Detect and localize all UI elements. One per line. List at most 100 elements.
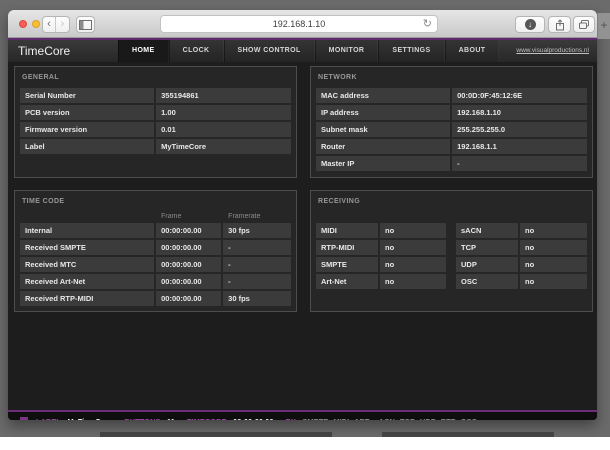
sidebar-toggle-button[interactable] — [76, 16, 95, 33]
back-button[interactable]: ‹ — [43, 17, 56, 32]
table-row: MIDI no sACN no — [316, 223, 587, 238]
row-label: MAC address — [316, 88, 451, 103]
table-row: RTP-MIDI no TCP no — [316, 240, 587, 255]
row-framerate: - — [223, 240, 291, 255]
row-value: no — [520, 274, 587, 289]
browser-toolbar: ‹ › 192.168.1.10 ↻ ↓ — [8, 10, 597, 38]
row-frame: 00:00:00.00 — [156, 240, 222, 255]
row-value: no — [380, 240, 446, 255]
col-header-frame: Frame — [161, 213, 182, 220]
row-label: RTP-MIDI — [316, 240, 378, 255]
download-icon: ↓ — [524, 19, 536, 30]
status-bar: LABEL: MyTimeCore BUTTONS: 11 TIMECODE: … — [8, 412, 597, 420]
row-frame: 00:00:00.00 — [156, 274, 222, 289]
table-row: SMPTE no UDP no — [316, 257, 587, 272]
address-bar[interactable]: 192.168.1.10 ↻ — [160, 15, 438, 33]
row-label: MIDI — [316, 223, 378, 238]
status-rx-key: RX: — [286, 417, 299, 421]
browser-window: ‹ › 192.168.1.10 ↻ ↓ TimeCore HOME CLOCK… — [8, 10, 597, 420]
tabs-icon — [579, 20, 589, 29]
reload-icon[interactable]: ↻ — [423, 16, 432, 33]
row-value: - — [452, 156, 587, 171]
share-icon — [555, 18, 564, 30]
panel-general: GENERAL Serial Number 355194861 PCB vers… — [14, 66, 297, 178]
show-tabs-button[interactable] — [573, 16, 595, 33]
table-row: Internal 00:00:00.00 30 fps — [20, 223, 291, 238]
tab-clock[interactable]: CLOCK — [168, 40, 224, 62]
background-strip — [0, 437, 610, 450]
column-gap — [446, 240, 456, 255]
row-label: Art-Net — [316, 274, 378, 289]
panel-network-title: NETWORK — [318, 74, 357, 81]
page-title: TimeCore — [18, 44, 71, 58]
panel-receiving: RECEIVING MIDI no sACN no RTP-MIDI no TC… — [310, 190, 593, 312]
new-tab-strip[interactable]: + — [597, 13, 610, 39]
status-timecode-value: 00:00:00.00 — [233, 417, 273, 421]
table-row: Label MyTimeCore — [20, 139, 291, 154]
nav-tabs: HOME CLOCK SHOW CONTROL MONITOR SETTINGS… — [118, 40, 500, 62]
row-value: no — [520, 223, 587, 238]
row-label: sACN — [456, 223, 518, 238]
row-value: no — [520, 240, 587, 255]
row-value: 192.168.1.1 — [452, 139, 587, 154]
table-row: PCB version 1.00 — [20, 105, 291, 120]
page: TimeCore HOME CLOCK SHOW CONTROL MONITOR… — [8, 38, 597, 420]
row-frame: 00:00:00.00 — [156, 291, 222, 306]
table-row: Firmware version 0.01 — [20, 122, 291, 137]
forward-button[interactable]: › — [56, 17, 69, 32]
downloads-button[interactable]: ↓ — [515, 16, 545, 33]
row-value: no — [520, 257, 587, 272]
row-framerate: - — [223, 257, 291, 272]
column-gap — [446, 274, 456, 289]
table-row: Serial Number 355194861 — [20, 88, 291, 103]
receiving-spacer — [316, 212, 587, 223]
status-led-icon — [20, 417, 28, 420]
row-value: 355194861 — [156, 88, 291, 103]
table-row: Art-Net no OSC no — [316, 274, 587, 289]
row-label: Received MTC — [20, 257, 155, 272]
row-label: Internal — [20, 223, 155, 238]
column-gap — [446, 223, 456, 238]
history-nav-group: ‹ › — [42, 16, 70, 33]
row-label: Received Art-Net — [20, 274, 155, 289]
visual-productions-link[interactable]: www.visualproductions.nl — [516, 40, 589, 62]
column-gap — [446, 257, 456, 272]
row-frame: 00:00:00.00 — [156, 257, 222, 272]
row-label: Label — [20, 139, 155, 154]
row-value: 00:0D:0F:45:12:6E — [452, 88, 587, 103]
status-label-key: LABEL: — [36, 417, 64, 421]
row-value: 192.168.1.10 — [452, 105, 587, 120]
share-button[interactable] — [548, 16, 571, 33]
tab-about[interactable]: ABOUT — [444, 40, 500, 62]
panel-timecode-title: TIME CODE — [22, 198, 65, 205]
row-value: MyTimeCore — [156, 139, 291, 154]
col-header-empty — [20, 212, 154, 223]
tab-settings[interactable]: SETTINGS — [378, 40, 445, 62]
minimize-window-button[interactable] — [32, 20, 40, 28]
row-value: 255.255.255.0 — [452, 122, 587, 137]
url-text[interactable]: 192.168.1.10 — [161, 16, 437, 33]
table-row: Router 192.168.1.1 — [316, 139, 587, 154]
timecode-column-headers: Frame Framerate — [20, 212, 291, 223]
status-rx-value: SMPTE MIDI ART sACN TCP UDP RTP OSC — [302, 417, 477, 421]
tab-show-control[interactable]: SHOW CONTROL — [223, 40, 315, 62]
row-label: SMPTE — [316, 257, 378, 272]
row-label: IP address — [316, 105, 451, 120]
table-row: MAC address 00:0D:0F:45:12:6E — [316, 88, 587, 103]
site-header: TimeCore HOME CLOCK SHOW CONTROL MONITOR… — [8, 40, 597, 62]
close-window-button[interactable] — [19, 20, 27, 28]
tab-home[interactable]: HOME — [118, 40, 169, 62]
row-label: Router — [316, 139, 451, 154]
row-framerate: - — [223, 274, 291, 289]
panel-timecode: TIME CODE Frame Framerate Internal 00:00… — [14, 190, 297, 312]
table-row: Received Art-Net 00:00:00.00 - — [20, 274, 291, 289]
row-frame: 00:00:00.00 — [156, 223, 222, 238]
status-label-value: MyTimeCore — [68, 417, 113, 421]
panel-receiving-title: RECEIVING — [318, 198, 361, 205]
page-content: GENERAL Serial Number 355194861 PCB vers… — [8, 62, 597, 400]
table-row: Subnet mask 255.255.255.0 — [316, 122, 587, 137]
row-framerate: 30 fps — [223, 291, 291, 306]
row-label: Received RTP-MIDI — [20, 291, 155, 306]
panel-network: NETWORK MAC address 00:0D:0F:45:12:6E IP… — [310, 66, 593, 178]
tab-monitor[interactable]: MONITOR — [314, 40, 379, 62]
